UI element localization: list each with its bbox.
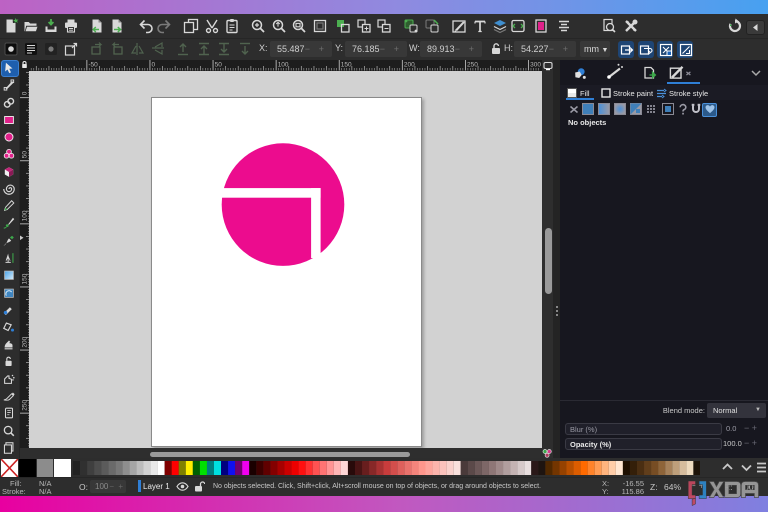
svg-text:100: 100 <box>22 210 29 221</box>
svg-text:300: 300 <box>530 62 541 69</box>
svg-text:-50: -50 <box>88 62 98 69</box>
svg-text:250: 250 <box>22 399 29 410</box>
svg-text:50: 50 <box>215 62 223 69</box>
svg-text:0: 0 <box>152 62 156 69</box>
svg-text:250: 250 <box>467 62 478 69</box>
svg-text:200: 200 <box>404 62 415 69</box>
svg-text:150: 150 <box>22 273 29 284</box>
svg-text:100: 100 <box>278 62 289 69</box>
svg-text:50: 50 <box>22 150 29 158</box>
svg-text:150: 150 <box>341 62 352 69</box>
svg-text:200: 200 <box>22 336 29 347</box>
svg-text:0: 0 <box>22 91 29 95</box>
